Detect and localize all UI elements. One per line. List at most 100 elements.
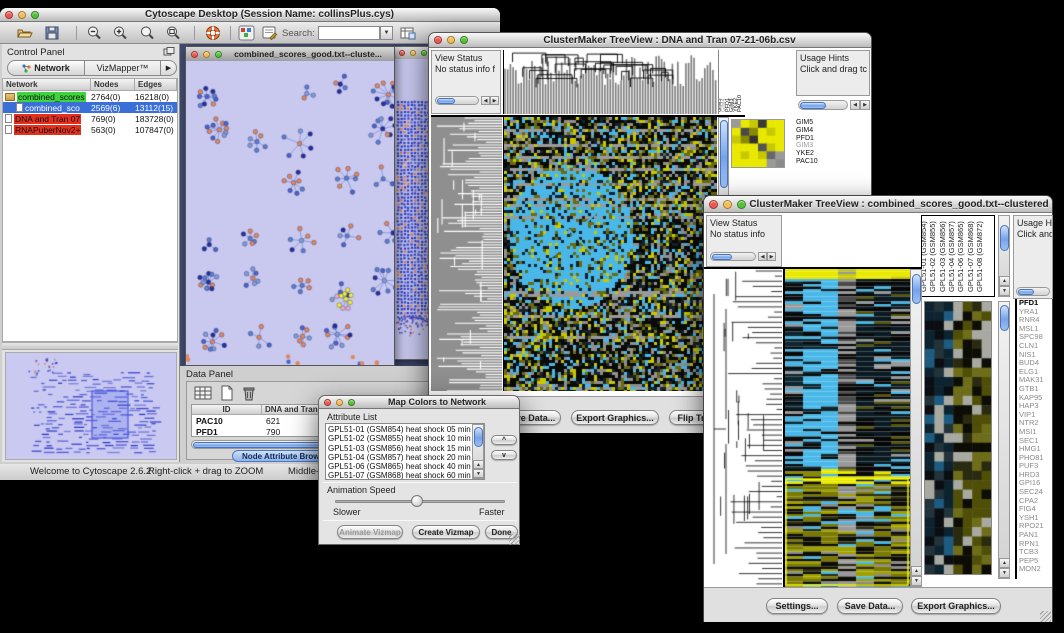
gene-label[interactable]: PFD1 [796,135,870,143]
gene-label[interactable]: RPN1 [1019,540,1054,549]
gene-label[interactable]: NIS1 [1019,351,1054,360]
zoom-selected-icon[interactable] [139,25,155,41]
minimize-icon[interactable] [203,51,210,58]
gene-label[interactable]: BUD4 [1019,359,1054,368]
open-file-icon[interactable] [16,25,33,41]
scroll-left-button[interactable]: ◀ [481,96,490,105]
scroll-up-button[interactable]: ▲ [911,566,922,576]
gene-label[interactable]: CLN1 [1019,342,1054,351]
speed-slider-thumb[interactable] [411,495,423,507]
network-overview[interactable] [5,352,177,460]
gene-label[interactable]: NTR2 [1019,419,1054,428]
col-nodes[interactable]: Nodes [91,79,135,91]
resize-grip[interactable] [1040,611,1051,622]
tv1-usage-scrollbar[interactable] [798,100,848,110]
gene-label[interactable]: PFD1 [1019,299,1054,308]
gene-label[interactable]: PAC10 [796,158,870,166]
close-icon[interactable] [324,399,331,406]
network-row[interactable]: combined_sco 2569(6) 13112(15) [3,102,177,113]
tab-network[interactable]: Network [7,60,85,76]
gene-label[interactable]: GPI16 [1019,479,1054,488]
new-attribute-icon[interactable] [219,385,235,401]
zoom-window-icon[interactable] [421,50,427,56]
zoom-window-icon[interactable] [460,36,468,44]
gene-label[interactable]: YKE2 [796,150,870,158]
gene-label[interactable]: ELG1 [1019,368,1054,377]
network-list-header[interactable]: Network Nodes Edges [3,79,177,91]
gene-label[interactable]: HMG1 [1019,445,1054,454]
create-vizmap-button[interactable]: Create Vizmap [412,525,480,539]
attribute-item[interactable]: GPL51-02 (GSM855) heat shock 10 min [328,434,468,443]
attribute-select-icon[interactable] [194,385,214,401]
network-row[interactable]: combined_scores 2764(0) 16218(0) [3,91,177,102]
gene-label[interactable]: FIG4 [1019,505,1054,514]
tv1-row-dendrogram[interactable] [431,117,502,391]
close-icon[interactable] [5,11,13,19]
search-input[interactable] [318,26,380,40]
delete-attribute-icon[interactable] [241,385,257,401]
zoom-window-icon[interactable] [215,51,222,58]
panel-splitter[interactable] [2,342,178,350]
col-edges[interactable]: Edges [135,79,177,91]
main-titlebar[interactable]: Cytoscape Desktop (Session Name: collins… [0,8,500,22]
scroll-left-button[interactable]: ◀ [758,252,767,261]
export-graphics-button[interactable]: Export Graphics... [571,410,659,425]
scroll-right-button[interactable]: ▶ [860,100,870,110]
minimize-icon[interactable] [336,399,343,406]
minimize-icon[interactable] [410,50,416,56]
close-icon[interactable] [709,200,718,209]
tv2-heatmap-vscrollbar[interactable]: ▲ ▼ [910,269,922,587]
scroll-up-button[interactable]: ▲ [473,460,484,469]
scroll-up-button[interactable]: ▲ [999,276,1010,286]
gene-label[interactable]: GIM3 [796,142,870,150]
settings-button[interactable]: Settings... [766,598,828,614]
tv2-zoom-heatmap[interactable] [924,301,992,575]
scroll-down-button[interactable]: ▼ [911,576,922,586]
resize-grip[interactable] [509,534,520,545]
scroll-down-button[interactable]: ▼ [999,568,1010,578]
minimize-icon[interactable] [723,200,732,209]
attribute-item[interactable]: GPL51-07 (GSM868) heat shock 60 min [328,471,468,480]
tv1-heatmap[interactable] [503,117,717,391]
gene-label[interactable]: MON2 [1019,565,1054,574]
zoom-window-icon[interactable] [31,11,39,19]
close-icon[interactable] [434,36,442,44]
gene-label[interactable]: PHO81 [1019,454,1054,463]
gene-label[interactable]: SEC24 [1019,488,1054,497]
scroll-left-button[interactable]: ◀ [850,100,860,110]
treeview2-titlebar[interactable]: ClusterMaker TreeView : combined_scores_… [704,196,1052,213]
attribute-item[interactable]: GPL51-01 (GSM854) heat shock 05 min [328,425,468,434]
help-lifering-icon[interactable] [205,25,221,41]
attribute-listbox[interactable]: GPL51-01 (GSM854) heat shock 05 minGPL51… [325,423,485,480]
tv2-heatmap[interactable] [783,269,910,587]
zoom-window-icon[interactable] [737,200,746,209]
gene-label[interactable]: HAP3 [1019,402,1054,411]
treeview1-titlebar[interactable]: ClusterMaker TreeView : DNA and Tran 07-… [429,33,871,48]
attribute-list-scrollbar[interactable]: ▲ ▼ [472,424,484,479]
move-down-button[interactable]: v [491,450,517,460]
attribute-item[interactable]: GPL51-03 (GSM856) heat shock 15 min [328,444,468,453]
gene-label[interactable]: SPC98 [1019,333,1054,342]
save-data-button[interactable]: Save Data... [837,598,903,614]
tv1-status-scrollbar[interactable] [435,96,479,105]
tv2-usage-scrollbar[interactable] [1016,287,1050,296]
gene-label[interactable]: YSH1 [1019,514,1054,523]
attribute-item[interactable]: GPL51-06 (GSM865) heat shock 40 min [328,462,468,471]
gene-label[interactable]: HRD3 [1019,471,1054,480]
tv2-collabel-scrollbar[interactable]: ▲ ▼ [998,215,1010,297]
scroll-down-button[interactable]: ▼ [473,469,484,478]
gene-label[interactable]: YRA1 [1019,308,1054,317]
network-row[interactable]: RNAPuberNov2+ 563(0) 107847(0) [3,124,177,135]
col-id[interactable]: ID [192,405,262,415]
scroll-down-button[interactable]: ▼ [999,286,1010,296]
tv1-correlation-minimap[interactable] [731,119,785,168]
gene-label[interactable]: CPA2 [1019,497,1054,506]
attribute-browser-icon[interactable] [399,25,416,41]
gene-label[interactable]: GIM5 [796,119,870,127]
tv2-zoom-vscrollbar[interactable]: ▲ ▼ [998,301,1010,579]
tv2-status-scrollbar[interactable] [710,252,756,261]
scroll-up-button[interactable]: ▲ [999,558,1010,568]
scroll-right-button[interactable]: ▶ [767,252,776,261]
gene-label[interactable]: MSI1 [1019,428,1054,437]
col-network[interactable]: Network [3,79,91,91]
